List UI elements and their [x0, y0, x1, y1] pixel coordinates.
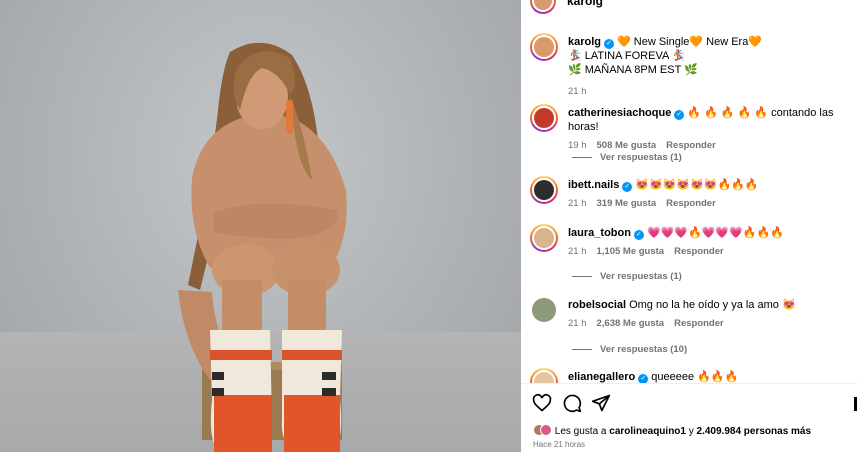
- comment-username[interactable]: catherinesiachoque: [568, 107, 671, 119]
- comment-username[interactable]: robelsocial: [568, 299, 626, 311]
- heart-icon[interactable]: [532, 393, 552, 413]
- paper-plane-icon[interactable]: [591, 393, 611, 413]
- post-actions-bar: Les gusta a carolineaquino1 y 2.409.984 …: [521, 383, 857, 452]
- comment-username[interactable]: ibett.nails: [568, 179, 619, 191]
- comment-username[interactable]: elianegallero: [568, 371, 635, 383]
- comment-text: Omg no la he oído y ya la amo 😻: [629, 299, 796, 311]
- comment-text: 😻😻😻😻😻😻🔥🔥🔥: [635, 179, 759, 191]
- reply-button[interactable]: Responder: [666, 198, 716, 209]
- header-username[interactable]: karolg: [567, 0, 603, 8]
- caption-line-1: 🧡 New Single🧡 New Era🧡: [617, 36, 763, 48]
- comment-time[interactable]: 21 h: [568, 198, 587, 209]
- verified-badge-icon: ✓: [622, 182, 633, 192]
- post-date[interactable]: Hace 21 horas: [533, 440, 585, 449]
- author-avatar[interactable]: [530, 33, 558, 61]
- post-image[interactable]: [0, 0, 521, 452]
- view-replies-button[interactable]: Ver respuestas (1): [572, 152, 682, 163]
- likes-prefix: Les gusta a: [554, 426, 607, 437]
- comment-username[interactable]: laura_tobon: [568, 227, 631, 239]
- comment-text: queeeee 🔥🔥🔥: [651, 371, 739, 383]
- comment-likes[interactable]: 1,105 Me gusta: [597, 246, 665, 257]
- reply-button[interactable]: Responder: [674, 318, 724, 329]
- post-side-panel: karolg karolg ✓ 🧡 New Single🧡 New Era🧡 🏂 L…: [521, 0, 857, 452]
- reply-button[interactable]: Responder: [666, 140, 716, 151]
- comment-time[interactable]: 21 h: [568, 246, 587, 257]
- comment-time[interactable]: 21 h: [568, 318, 587, 329]
- reply-button[interactable]: Responder: [674, 246, 724, 257]
- comment-likes[interactable]: 508 Me gusta: [597, 140, 657, 151]
- comment-likes[interactable]: 319 Me gusta: [597, 198, 657, 209]
- caption-line-2: 🏂 LATINA FOREVA 🏂: [568, 50, 686, 62]
- first-liker[interactable]: carolineaquino1: [609, 426, 686, 437]
- comment-likes[interactable]: 2,638 Me gusta: [597, 318, 665, 329]
- commenter-avatar[interactable]: [532, 298, 556, 322]
- view-replies-button[interactable]: Ver respuestas (10): [572, 344, 687, 355]
- commenter-avatar[interactable]: [530, 176, 558, 204]
- likes-count[interactable]: 2.409.984 personas más: [697, 426, 812, 437]
- verified-badge-icon: ✓: [674, 110, 685, 120]
- header-avatar[interactable]: [530, 0, 556, 14]
- view-replies-button[interactable]: Ver respuestas (1): [572, 271, 682, 282]
- caption-time[interactable]: 21 h: [568, 86, 587, 97]
- verified-badge-icon: ✓: [604, 39, 615, 49]
- comment-text: 💗💗💗🔥💗💗💗🔥🔥🔥: [646, 227, 784, 239]
- comment-time[interactable]: 19 h: [568, 140, 587, 151]
- likes-summary[interactable]: Les gusta a carolineaquino1 y 2.409.984 …: [533, 424, 811, 437]
- photo-subject: [178, 42, 347, 452]
- liker-avatar: [540, 424, 552, 436]
- caption-username[interactable]: karolg: [568, 36, 601, 48]
- likes-connector: y: [688, 426, 694, 437]
- comment-bubble-icon[interactable]: [562, 393, 582, 413]
- verified-badge-icon: ✓: [633, 230, 644, 240]
- commenter-avatar[interactable]: [530, 224, 558, 252]
- commenter-avatar[interactable]: [530, 104, 558, 132]
- caption-line-3: 🌿 MAÑANA 8PM EST 🌿: [568, 64, 698, 76]
